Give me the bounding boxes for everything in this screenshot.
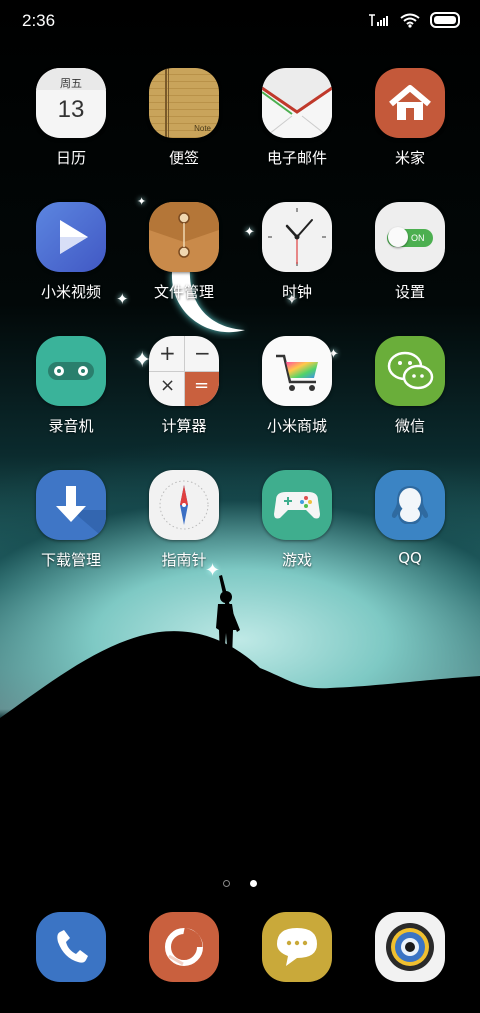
status-icons [368,12,460,28]
app-label: 录音机 [48,417,94,435]
app-label: 文件管理 [153,283,214,301]
notes-icon: Note [149,68,219,138]
status-bar: 2:36 [0,0,480,42]
app-label: 时钟 [281,283,312,301]
app-email[interactable]: 电子邮件 [247,68,347,168]
camera-lens-icon [375,912,445,982]
app-label: 游戏 [281,551,312,569]
app-label: 小米视频 [40,283,101,301]
app-label: 下载管理 [40,551,101,569]
phone-icon [36,912,106,982]
dock-phone[interactable] [21,912,121,982]
app-mivideo[interactable]: 小米视频 [21,202,121,302]
calendar-day: 13 [57,96,85,123]
clock-icon [262,202,332,272]
calendar-icon: 周五 13 [36,68,106,138]
toggle-icon: ON [375,202,445,272]
dock-camera[interactable] [360,912,460,982]
wifi-icon [400,13,420,28]
app-label: 电子邮件 [266,149,327,167]
app-qq[interactable]: QQ [360,470,460,567]
app-label: QQ [398,549,422,567]
app-mistore[interactable]: 小米商城 [247,336,347,436]
wechat-icon [375,336,445,406]
battery-icon [430,12,460,28]
status-time: 2:36 [22,11,56,30]
gamepad-icon [262,470,332,540]
app-notes[interactable]: Note 便签 [134,68,234,168]
compass-icon [149,470,219,540]
signal-icon [369,14,388,26]
app-label: 计算器 [161,417,207,435]
page-indicator [0,872,480,891]
app-calculator[interactable]: + − × = 计算器 [134,336,234,436]
browser-icon [149,912,219,982]
app-label: 米家 [394,149,425,167]
message-bubble-icon [262,912,332,982]
shopping-cart-icon [262,336,332,406]
app-clock[interactable]: 时钟 [247,202,347,302]
cassette-icon [36,336,106,406]
app-games[interactable]: 游戏 [247,470,347,570]
app-settings[interactable]: ON 设置 [360,202,460,302]
page-dot-active[interactable] [249,880,257,887]
app-calendar[interactable]: 周五 13 日历 [21,68,121,168]
app-label: 设置 [394,283,425,301]
email-icon [262,68,332,138]
app-label: 微信 [394,417,425,435]
video-play-icon [36,202,106,272]
app-wechat[interactable]: 微信 [360,336,460,436]
app-recorder[interactable]: 录音机 [21,336,121,436]
app-files[interactable]: 文件管理 [134,202,234,302]
qq-penguin-icon [375,470,445,540]
calendar-weekday: 周五 [60,77,82,90]
app-label: 日历 [55,149,86,167]
app-label: 小米商城 [266,417,327,435]
dock-browser[interactable] [134,912,234,982]
app-compass[interactable]: 指南针 [134,470,234,570]
app-mihome[interactable]: 米家 [360,68,460,168]
toggle-icon-text: ON [411,233,425,243]
download-arrow-icon [36,470,106,540]
folder-icon [149,202,219,272]
notes-icon-text: Note [194,124,211,133]
page-dot[interactable] [223,880,231,887]
mihome-icon [375,68,445,138]
app-label: 指南针 [161,551,207,569]
app-downloads[interactable]: 下载管理 [21,470,121,570]
calculator-icon: + − × = [149,336,219,406]
dock-messages[interactable] [247,912,347,982]
app-label: 便签 [168,149,199,167]
